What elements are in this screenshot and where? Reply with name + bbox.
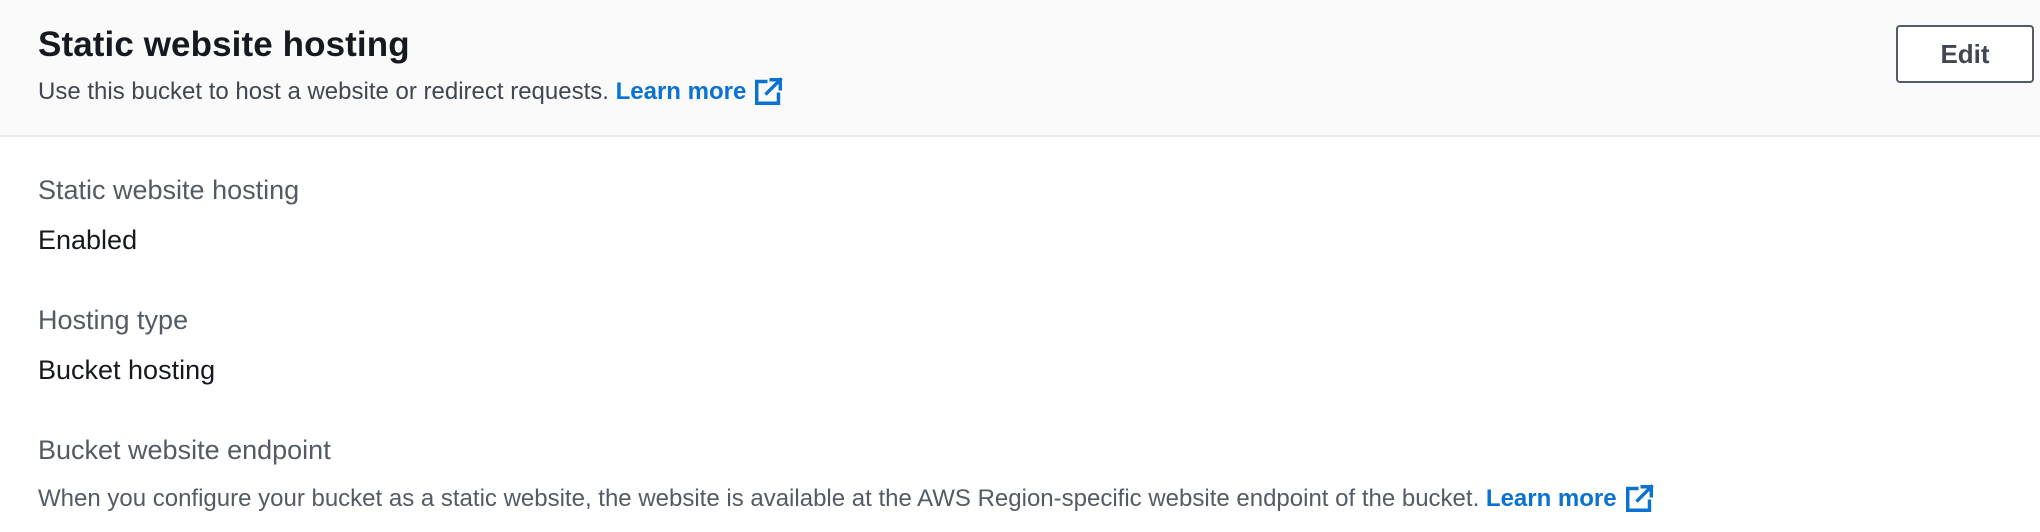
panel-title: Static website hosting	[38, 25, 410, 64]
panel-description: Use this bucket to host a website or red…	[38, 76, 784, 108]
endpoint-learn-more-label: Learn more	[1485, 485, 1617, 512]
hosting-type-label: Hosting type	[38, 305, 189, 335]
learn-more-link[interactable]: Learn more	[615, 77, 784, 106]
hosting-type-value: Bucket hosting	[38, 355, 216, 385]
panel-header: Static website hosting Use this bucket t…	[0, 0, 2040, 137]
endpoint-description-text: When you configure your bucket as a stat…	[38, 485, 1480, 512]
hosting-status-value: Enabled	[38, 225, 138, 255]
external-link-icon	[1625, 484, 1654, 513]
endpoint-description: When you configure your bucket as a stat…	[38, 483, 1654, 515]
panel-body: Static website hosting Enabled Hosting t…	[0, 137, 2040, 530]
learn-more-label: Learn more	[615, 78, 747, 105]
endpoint-learn-more-link[interactable]: Learn more	[1485, 484, 1654, 513]
edit-button[interactable]: Edit	[1896, 25, 2034, 83]
static-website-hosting-panel: Static website hosting Use this bucket t…	[0, 0, 2040, 532]
endpoint-label: Bucket website endpoint	[38, 435, 331, 465]
hosting-status-label: Static website hosting	[38, 175, 300, 205]
panel-description-text: Use this bucket to host a website or red…	[38, 78, 609, 105]
external-link-icon	[755, 77, 784, 106]
